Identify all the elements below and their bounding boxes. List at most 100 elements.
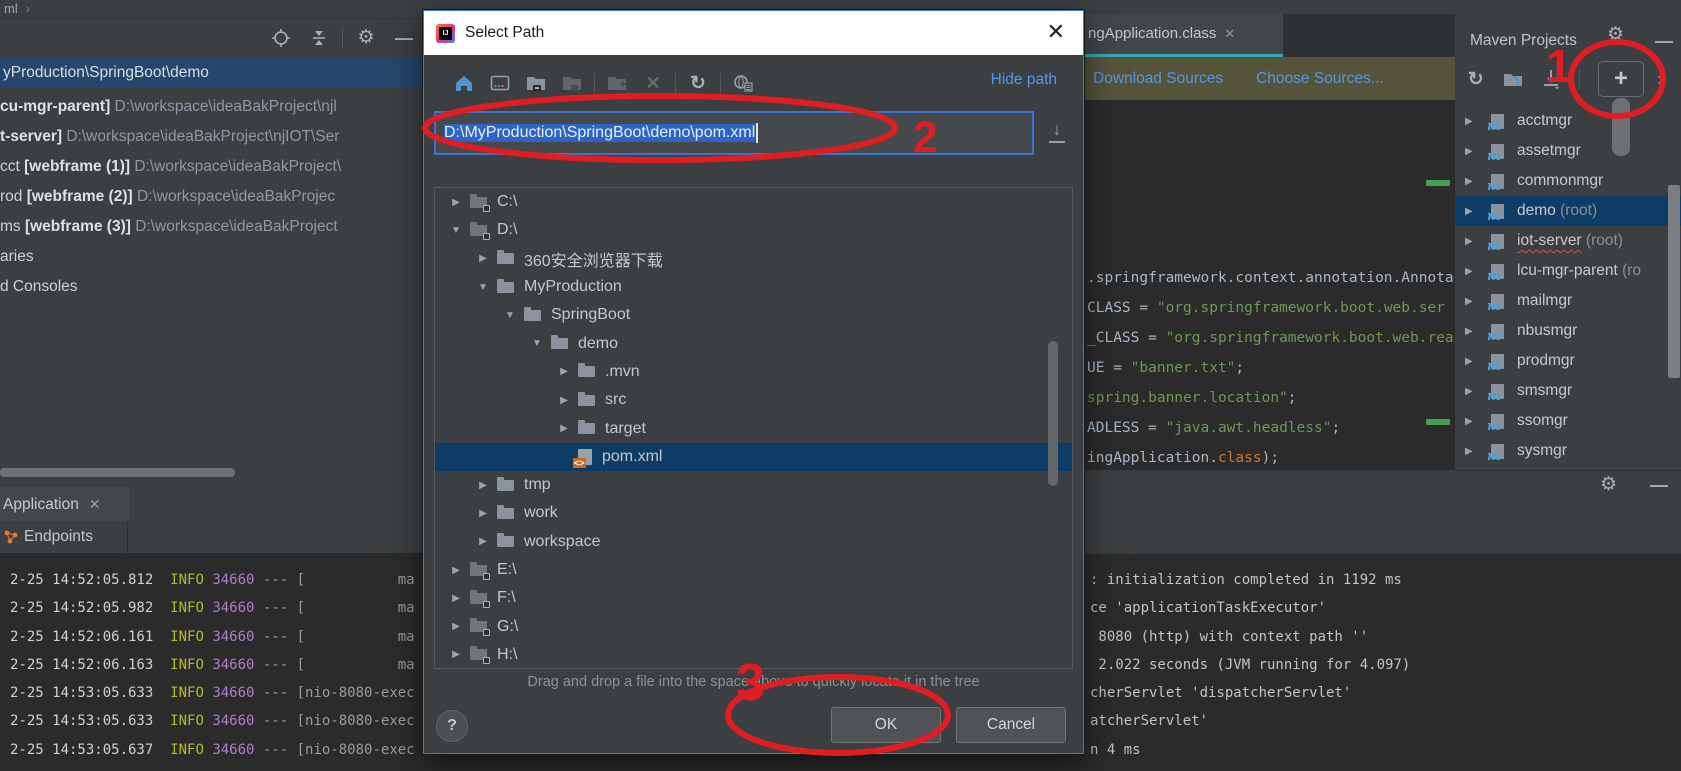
tree-toggle-icon[interactable]: ▶ (448, 621, 464, 632)
maven-project-item[interactable]: m commonmgr (1455, 166, 1681, 196)
maven-project-item[interactable]: m smsmgr (1455, 376, 1681, 406)
code-editor[interactable]: .springframework.context.annotation.Anno… (1082, 100, 1455, 470)
show-hidden-files-icon[interactable] (731, 71, 755, 95)
tree-toggle-icon[interactable]: ▶ (475, 253, 491, 264)
new-folder-icon[interactable] (605, 71, 629, 95)
dialog-close-icon[interactable]: ✕ (1047, 19, 1065, 45)
project-list-item[interactable]: aries (0, 242, 423, 272)
chevron-right-icon[interactable] (1465, 206, 1479, 217)
settings-gear-icon[interactable]: ⚙ (1600, 475, 1617, 495)
project-list-item[interactable]: d Consoles (0, 272, 423, 302)
file-tree-row[interactable]: ▶ C:\ (435, 188, 1072, 216)
file-tree-row[interactable]: ▶ G:\ (435, 612, 1072, 640)
chevron-right-icon[interactable] (1465, 326, 1479, 337)
scrollbar-thumb[interactable] (1612, 98, 1630, 156)
download-sources-link[interactable]: Download Sources (1093, 70, 1223, 88)
generate-sources-folder-icon[interactable] (1501, 67, 1524, 91)
choose-sources-link[interactable]: Choose Sources... (1256, 70, 1384, 88)
file-tree-row[interactable]: ▶ tmp (435, 471, 1072, 499)
file-tree-row[interactable]: ▶ F:\ (435, 584, 1072, 612)
chevron-right-icon[interactable] (1465, 236, 1479, 247)
delete-icon[interactable]: ✕ (641, 71, 665, 95)
hide-panel-icon[interactable]: — (1655, 25, 1673, 57)
maven-project-item[interactable]: m acctmgr (1455, 106, 1681, 136)
file-tree-row[interactable]: ▶ workspace (435, 528, 1072, 556)
file-tree-row[interactable]: ▶ src (435, 386, 1072, 414)
maven-project-item[interactable]: m mailmgr (1455, 286, 1681, 316)
chevron-right-icon[interactable] (1465, 266, 1479, 277)
tab-application[interactable]: Application ✕ (0, 487, 129, 521)
help-button[interactable]: ? (436, 710, 468, 742)
tree-toggle-icon[interactable]: ▼ (448, 225, 464, 236)
home-directory-icon[interactable] (452, 71, 476, 95)
hide-path-link[interactable]: Hide path (991, 71, 1057, 89)
file-tree-row[interactable]: ▶ 360安全浏览器下载 (435, 245, 1072, 273)
project-list-item[interactable]: rod [webframe (2)] D:\workspace\ideaBakP… (0, 182, 423, 212)
horizontal-scrollbar[interactable] (0, 468, 235, 477)
chevron-right-icon[interactable] (1465, 356, 1479, 367)
tree-toggle-icon[interactable]: ▶ (556, 366, 572, 377)
add-maven-project-button[interactable]: + (1598, 61, 1644, 97)
settings-gear-icon[interactable]: ⚙ (354, 26, 378, 50)
chevron-right-icon[interactable] (1465, 446, 1479, 457)
dialog-title-bar[interactable]: IJ Select Path ✕ (424, 11, 1083, 55)
tree-toggle-icon[interactable]: ▶ (556, 395, 572, 406)
scrollbar-thumb[interactable] (1048, 341, 1058, 486)
file-tree-row[interactable]: ▶ E:\ (435, 556, 1072, 584)
file-tree-row[interactable]: ▶ H:\ (435, 641, 1072, 668)
project-list-item[interactable]: t-server] D:\workspace\ideaBakProject\nj… (0, 122, 423, 152)
tree-toggle-icon[interactable]: ▶ (556, 423, 572, 434)
scrollbar-thumb[interactable] (1668, 185, 1680, 378)
desktop-directory-icon[interactable] (488, 71, 512, 95)
chevron-right-icon[interactable] (1465, 416, 1479, 427)
tree-toggle-icon[interactable]: ▼ (502, 310, 518, 321)
more-actions-chevron-icon[interactable]: » (1651, 67, 1674, 91)
file-tree-row[interactable]: ▼ D:\ (435, 216, 1072, 244)
maven-project-item[interactable]: m iot-server (root) (1455, 226, 1681, 256)
project-list-item[interactable]: cct [webframe (1)] D:\workspace\ideaBakP… (0, 152, 423, 182)
tab-endpoints[interactable]: Endpoints (0, 521, 423, 553)
tree-toggle-icon[interactable]: ▶ (448, 649, 464, 660)
tree-toggle-icon[interactable]: ▶ (475, 536, 491, 547)
locate-file-icon[interactable] (1046, 119, 1068, 145)
ok-button[interactable]: OK (831, 707, 941, 743)
chevron-right-icon[interactable] (1465, 116, 1479, 127)
tree-toggle-icon[interactable]: ▼ (475, 282, 491, 293)
close-icon[interactable]: ✕ (89, 496, 101, 512)
file-tree-row[interactable]: ▼ MyProduction (435, 273, 1072, 301)
cancel-button[interactable]: Cancel (956, 707, 1066, 743)
maven-project-item[interactable]: m prodmgr (1455, 346, 1681, 376)
project-list-item[interactable]: cu-mgr-parent] D:\workspace\ideaBakProje… (0, 92, 423, 122)
file-tree-row[interactable]: ▼ demo (435, 329, 1072, 357)
chevron-right-icon[interactable] (1465, 146, 1479, 157)
tree-toggle-icon[interactable]: ▶ (448, 565, 464, 576)
maven-project-item[interactable]: m assetmgr (1455, 136, 1681, 166)
maven-project-item[interactable]: m ssomgr (1455, 406, 1681, 436)
collapse-all-icon[interactable] (307, 26, 331, 50)
tree-toggle-icon[interactable]: ▶ (448, 593, 464, 604)
collapse-folder-icon[interactable] (524, 71, 548, 95)
file-tree-row[interactable]: ▶ target (435, 414, 1072, 442)
chevron-right-icon[interactable] (1465, 176, 1479, 187)
chevron-right-icon[interactable] (1465, 386, 1479, 397)
refresh-icon[interactable]: ↻ (686, 71, 710, 95)
path-input[interactable]: D:\MyProduction\SpringBoot\demo\pom.xml (434, 111, 1034, 155)
tree-toggle-icon[interactable]: ▶ (475, 480, 491, 491)
file-tree-row[interactable]: ▶ work (435, 499, 1072, 527)
tree-toggle-icon[interactable]: ▶ (475, 508, 491, 519)
project-list-selected-row[interactable]: yProduction\SpringBoot\demo (0, 58, 426, 88)
maven-project-item[interactable]: m demo (root) (1455, 196, 1681, 226)
tree-toggle-icon[interactable]: ▼ (529, 338, 545, 349)
hide-panel-icon[interactable]: — (1650, 475, 1668, 496)
file-tree-row[interactable]: ▼ SpringBoot (435, 301, 1072, 329)
file-tree-row[interactable]: ▶ .mvn (435, 358, 1072, 386)
project-list-item[interactable]: ms [webframe (3)] D:\workspace\ideaBakPr… (0, 212, 423, 242)
file-tree-row[interactable]: pom.xml (435, 442, 1072, 471)
reimport-refresh-icon[interactable]: ↻ (1464, 67, 1487, 91)
close-icon[interactable]: ✕ (1224, 26, 1235, 41)
scroll-to-source-icon[interactable] (269, 26, 293, 50)
maven-project-item[interactable]: m sysmgr (1455, 436, 1681, 466)
settings-gear-icon[interactable]: ⚙ (1607, 25, 1624, 45)
download-sources-icon[interactable] (1539, 67, 1562, 91)
hide-panel-icon[interactable]: — (392, 26, 416, 50)
